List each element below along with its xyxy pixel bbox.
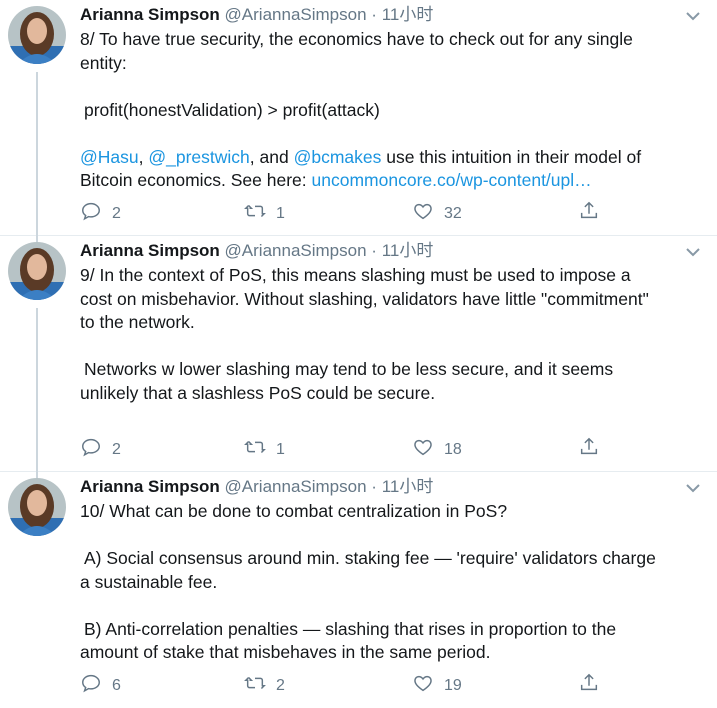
tweet[interactable]: Arianna Simpson @AriannaSimpson · 11小时 8…: [0, 0, 717, 244]
author-handle[interactable]: @AriannaSimpson: [225, 477, 367, 496]
timestamp[interactable]: 11小时: [382, 5, 434, 24]
like-button[interactable]: 19: [412, 672, 462, 699]
reply-count: 2: [112, 440, 121, 458]
like-count: 32: [444, 204, 462, 222]
text-line: Bitcoin economics. See here: uncommoncor…: [80, 169, 703, 193]
retweet-count: 1: [276, 440, 285, 458]
tweet-text: 10/ What can be done to combat centraliz…: [80, 500, 703, 665]
retweet-button[interactable]: 1: [244, 200, 285, 227]
tweet[interactable]: Arianna Simpson @AriannaSimpson · 11小时 1…: [0, 472, 717, 708]
text-line: Networks w lower slashing may tend to be…: [84, 359, 614, 379]
thread-line: [36, 72, 38, 244]
retweet-button[interactable]: 1: [244, 436, 285, 463]
retweet-icon: [244, 436, 276, 463]
retweet-icon: [244, 200, 276, 227]
text-line: A) Social consensus around min. staking …: [84, 548, 656, 568]
mention-link[interactable]: @bcmakes: [294, 147, 382, 167]
text-line: @Hasu, @_prestwich, and @bcmakes use thi…: [80, 146, 703, 170]
tweet-text: 9/ In the context of PoS, this means sla…: [80, 264, 703, 405]
avatar[interactable]: [8, 6, 66, 64]
retweet-count: 2: [276, 676, 285, 694]
reply-button[interactable]: 2: [80, 436, 121, 463]
separator-text: ,: [138, 146, 149, 167]
tweet-actions: 6 2 19: [80, 672, 703, 696]
text-segment: use this intuition in their model of: [381, 146, 642, 167]
heart-icon: [412, 200, 444, 227]
reply-count: 2: [112, 204, 121, 222]
like-count: 19: [444, 676, 462, 694]
share-icon: [578, 672, 610, 699]
retweet-count: 1: [276, 204, 285, 222]
reply-count: 6: [112, 676, 121, 694]
share-icon: [578, 200, 610, 227]
like-button[interactable]: 32: [412, 200, 462, 227]
author-name[interactable]: Arianna Simpson: [80, 241, 220, 260]
text-line: to the network.: [80, 312, 195, 332]
text-line: cost on misbehavior. Without slashing, v…: [80, 288, 649, 309]
reply-button[interactable]: 2: [80, 200, 121, 227]
tweet-header: Arianna Simpson @AriannaSimpson · 11小时: [80, 476, 703, 498]
tweet-header: Arianna Simpson @AriannaSimpson · 11小时: [80, 4, 703, 26]
share-icon: [578, 436, 610, 463]
reply-icon: [80, 436, 112, 463]
reply-icon: [80, 200, 112, 227]
reply-icon: [80, 672, 112, 699]
separator-dot: ·: [371, 477, 377, 496]
separator-dot: ·: [371, 241, 377, 260]
author-handle[interactable]: @AriannaSimpson: [225, 5, 367, 24]
mention-link[interactable]: @Hasu: [80, 147, 139, 167]
chevron-down-icon[interactable]: [683, 244, 703, 260]
text-line: amount of stake that misbehaves in the s…: [80, 642, 491, 662]
avatar[interactable]: [8, 478, 66, 536]
retweet-icon: [244, 672, 276, 699]
url-link[interactable]: uncommoncore.co/wp-content/upl…: [312, 170, 592, 190]
like-count: 18: [444, 440, 462, 458]
share-button[interactable]: [578, 200, 610, 227]
text-line: 8/ To have true security, the economics …: [80, 29, 633, 49]
text-line: B) Anti-correlation penalties — slashing…: [84, 618, 617, 639]
tweet[interactable]: Arianna Simpson @AriannaSimpson · 11小时 9…: [0, 236, 717, 480]
author-handle[interactable]: @AriannaSimpson: [225, 241, 367, 260]
mention-link[interactable]: @_prestwich: [148, 147, 249, 167]
chevron-down-icon[interactable]: [683, 8, 703, 24]
chevron-down-icon[interactable]: [683, 480, 703, 496]
heart-icon: [412, 672, 444, 699]
thread-line: [36, 308, 38, 480]
tweet-actions: 2 1 18: [80, 436, 703, 460]
avatar[interactable]: [8, 242, 66, 300]
timestamp[interactable]: 11小时: [382, 241, 434, 260]
text-segment: Bitcoin economics. See here:: [80, 170, 312, 190]
separator-dot: ·: [371, 5, 377, 24]
tweet-actions: 2 1 32: [80, 200, 703, 224]
timestamp[interactable]: 11小时: [382, 477, 434, 496]
heart-icon: [412, 436, 444, 463]
share-button[interactable]: [578, 436, 610, 463]
text-line: entity:: [80, 52, 127, 73]
author-name[interactable]: Arianna Simpson: [80, 477, 220, 496]
tweet-text: 8/ To have true security, the economics …: [80, 28, 703, 193]
text-line: 10/ What can be done to combat centraliz…: [80, 501, 508, 521]
text-line: unlikely that a slashless PoS could be s…: [80, 382, 436, 403]
reply-button[interactable]: 6: [80, 672, 121, 699]
text-line: profit(honestValidation) > profit(attack…: [84, 99, 380, 120]
text-line: a sustainable fee.: [80, 571, 218, 592]
separator-text: , and: [249, 146, 294, 167]
author-name[interactable]: Arianna Simpson: [80, 5, 220, 24]
like-button[interactable]: 18: [412, 436, 462, 463]
share-button[interactable]: [578, 672, 610, 699]
tweet-header: Arianna Simpson @AriannaSimpson · 11小时: [80, 240, 703, 262]
text-line: 9/ In the context of PoS, this means sla…: [80, 265, 631, 285]
retweet-button[interactable]: 2: [244, 672, 285, 699]
